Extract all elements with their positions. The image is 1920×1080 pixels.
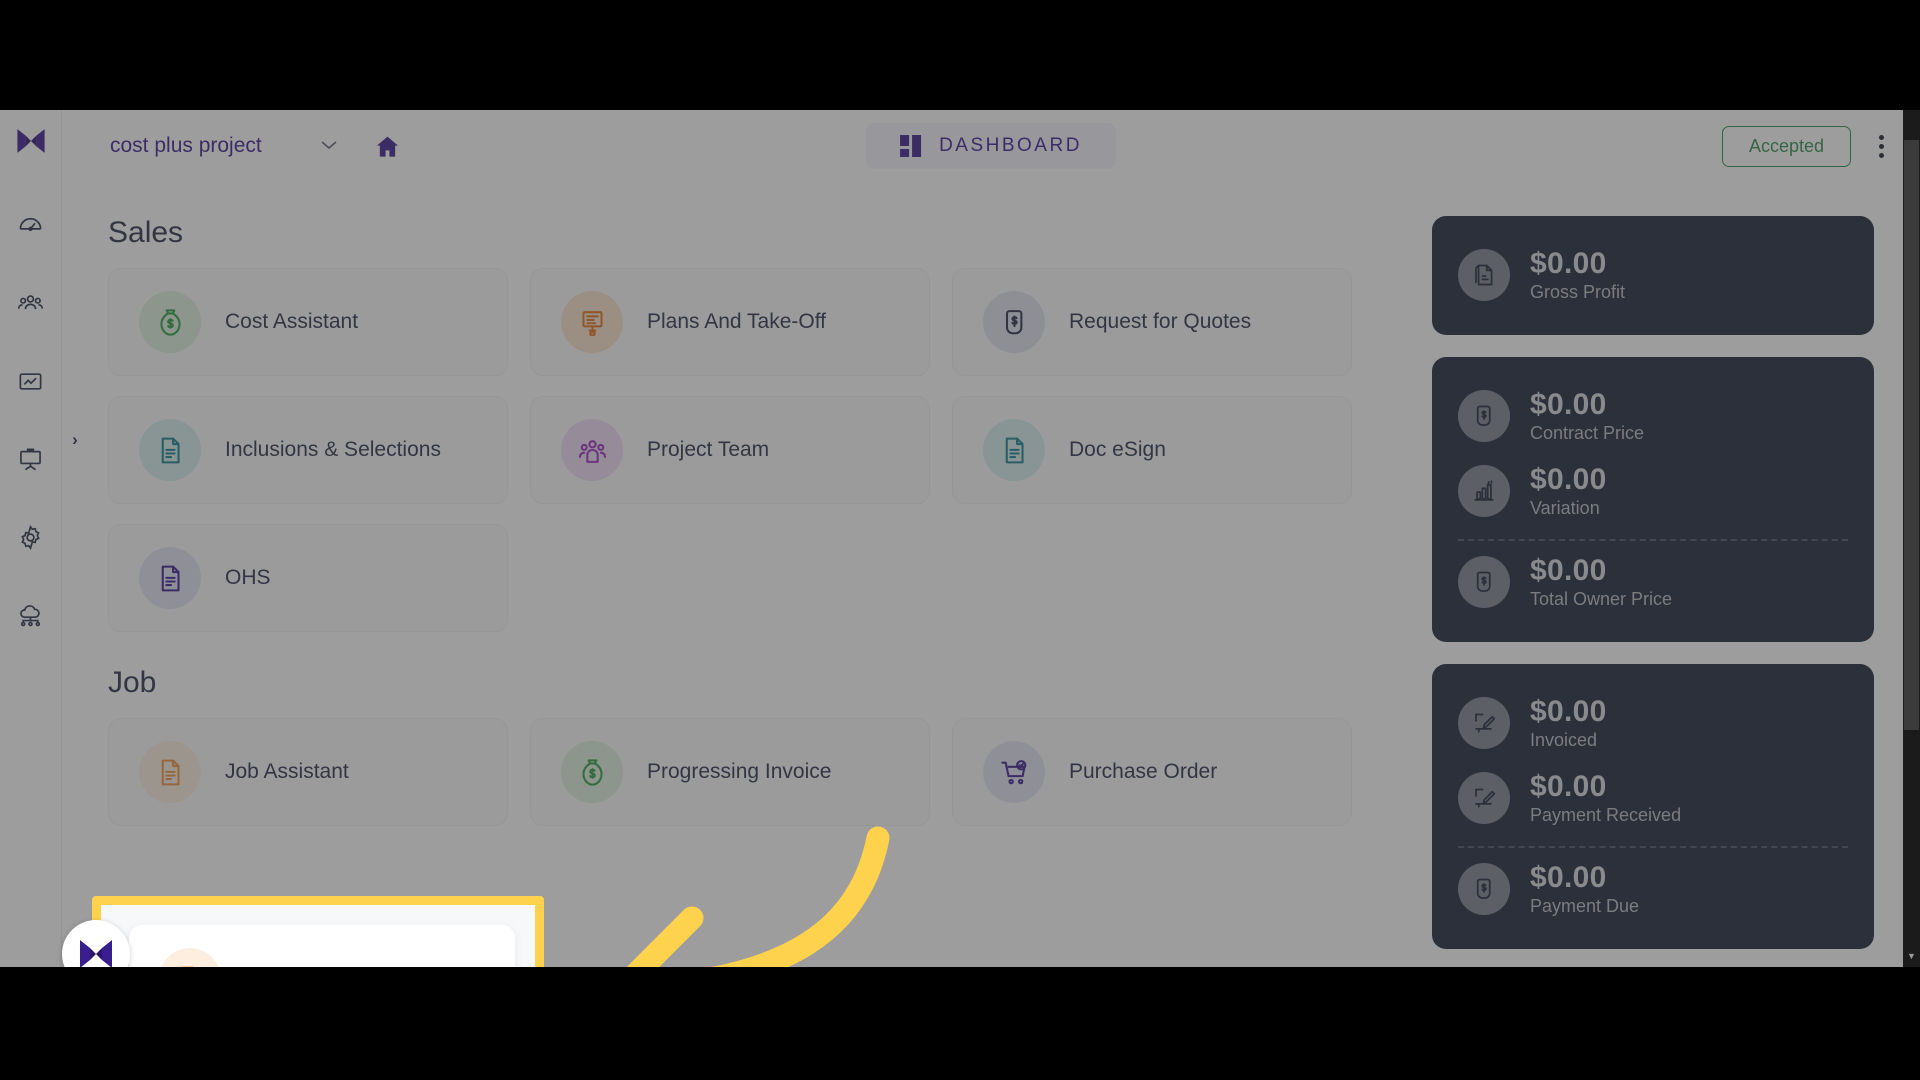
sidebar-item-settings[interactable]: [8, 514, 54, 560]
vertical-scrollbar[interactable]: ▼: [1903, 110, 1920, 967]
status-badge[interactable]: Accepted: [1721, 125, 1851, 167]
document-lines-icon: [139, 547, 201, 609]
application-window: › cost plus project DASHBOARD Accepted S…: [0, 110, 1920, 967]
signed-doc-icon: [1458, 772, 1510, 825]
stat-group: $0.00 Contract Price $0.00 Variation $0.00 To…: [1432, 356, 1874, 642]
document-lines-icon: [159, 948, 221, 967]
price-tags-icon: [983, 291, 1045, 353]
stat-value: $0.00: [1530, 860, 1607, 894]
card-label: Cost Assistant: [225, 309, 359, 333]
dashboard-tab[interactable]: DASHBOARD: [866, 123, 1116, 169]
document-lines-icon: [139, 419, 201, 481]
card-inclusions-selections[interactable]: Inclusions & Selections: [108, 396, 508, 504]
dashboard-label: DASHBOARD: [939, 135, 1082, 156]
app-logo: [14, 124, 48, 158]
card-label: Purchase Order: [1069, 759, 1218, 783]
card-label: Project Team: [647, 437, 770, 461]
card-project-team[interactable]: Project Team: [530, 396, 930, 504]
home-icon[interactable]: [374, 133, 401, 160]
sidebar-item-presentations[interactable]: [8, 436, 54, 482]
sidebar-item-reports[interactable]: [8, 358, 54, 404]
card-doc-esign[interactable]: Doc eSign: [952, 396, 1352, 504]
sidebar-item-dashboard[interactable]: [8, 202, 54, 248]
sidebar-item-cloud[interactable]: [8, 592, 54, 638]
stat-label: Invoiced: [1530, 729, 1598, 750]
stat-value: $0.00: [1530, 694, 1607, 728]
signed-doc-icon: [1458, 697, 1510, 750]
stat-row: $0.00 Payment Due: [1458, 852, 1848, 927]
stat-row: $0.00 Gross Profit: [1458, 238, 1848, 313]
letterbox-bottom: [0, 967, 1920, 1080]
card-job-assistant[interactable]: Job Assistant: [108, 718, 508, 826]
stat-row: $0.00 Invoiced: [1458, 686, 1848, 761]
kebab-menu-icon[interactable]: [1873, 129, 1890, 164]
stat-label: Contract Price: [1530, 422, 1645, 443]
stat-row: $0.00 Contract Price: [1458, 379, 1848, 454]
grid-icon: [900, 135, 922, 157]
bar-chart-icon: [1458, 465, 1510, 518]
card-cost-assistant[interactable]: Cost Assistant: [108, 268, 508, 376]
price-tags-icon: [1458, 556, 1510, 609]
stat-value: $0.00: [1530, 553, 1607, 587]
stat-value: $0.00: [1530, 387, 1607, 421]
price-tags-icon: [1458, 390, 1510, 443]
top-header: cost plus project DASHBOARD Accepted: [62, 110, 1920, 182]
sales-card-grid: Cost Assistant Plans And Take-Off Request …: [108, 268, 1394, 632]
stat-label: Payment Due: [1530, 895, 1640, 916]
stat-group: $0.00 Invoiced $0.00 Payment Received $0.00 P…: [1432, 663, 1874, 949]
stat-divider: [1458, 538, 1848, 541]
document-icon: [1458, 249, 1510, 302]
stat-label: Payment Received: [1530, 804, 1682, 825]
card-label: Progressing Invoice: [647, 759, 832, 783]
chevron-down-icon: [318, 136, 340, 157]
project-name: cost plus project: [110, 134, 262, 157]
stat-label: Gross Profit: [1530, 281, 1626, 302]
annotation-arrow: [626, 826, 890, 967]
card-label: Doc eSign: [1069, 437, 1166, 461]
stat-row: $0.00 Total Owner Price: [1458, 545, 1848, 620]
stat-row: $0.00 Variation: [1458, 454, 1848, 529]
highlight-box: Job Assistant: [92, 896, 544, 967]
letterbox-top: [0, 0, 1920, 110]
stat-value: $0.00: [1530, 769, 1607, 803]
flipchart-icon: [561, 291, 623, 353]
stat-label: Total Owner Price: [1530, 588, 1673, 609]
stat-value: $0.00: [1530, 462, 1607, 496]
price-tags-icon: [1458, 863, 1510, 916]
people-group-icon: [561, 419, 623, 481]
screenshot-root: › cost plus project DASHBOARD Accepted S…: [0, 0, 1920, 1080]
stat-divider: [1458, 845, 1848, 848]
financial-summary-panel: $0.00 Gross Profit $0.00 Contract Price $0.0…: [1432, 216, 1874, 967]
document-lines-icon: [139, 741, 201, 803]
money-bag-icon: [561, 741, 623, 803]
stat-label: Variation: [1530, 497, 1600, 518]
sidebar-collapse-toggle[interactable]: ›: [62, 420, 88, 460]
sidebar-item-contacts[interactable]: [8, 280, 54, 326]
stat-value: $0.00: [1530, 247, 1607, 280]
card-label: Job Assistant: [225, 759, 349, 783]
card-label: Request for Quotes: [1069, 309, 1252, 333]
money-bag-icon: [139, 291, 201, 353]
card-ohs[interactable]: OHS: [108, 524, 508, 632]
card-label: Plans And Take-Off: [647, 309, 827, 333]
scroll-down-arrow-icon[interactable]: ▼: [1903, 952, 1920, 961]
stat-group: $0.00 Gross Profit: [1432, 216, 1874, 335]
card-purchase-order[interactable]: Purchase Order: [952, 718, 1352, 826]
project-selector[interactable]: cost plus project: [110, 134, 340, 158]
scrollbar-thumb[interactable]: [1904, 140, 1919, 730]
stat-row: $0.00 Payment Received: [1458, 761, 1848, 836]
card-request-for-quotes[interactable]: Request for Quotes: [952, 268, 1352, 376]
card-job-assistant[interactable]: Job Assistant: [129, 925, 515, 967]
card-label: Inclusions & Selections: [225, 437, 441, 461]
document-lines-icon: [983, 419, 1045, 481]
card-plans-and-take-off[interactable]: Plans And Take-Off: [530, 268, 930, 376]
left-nav-rail: [0, 110, 62, 967]
header-actions: Accepted: [1721, 125, 1890, 167]
card-label: OHS: [225, 565, 271, 589]
shopping-cart-icon: [983, 741, 1045, 803]
